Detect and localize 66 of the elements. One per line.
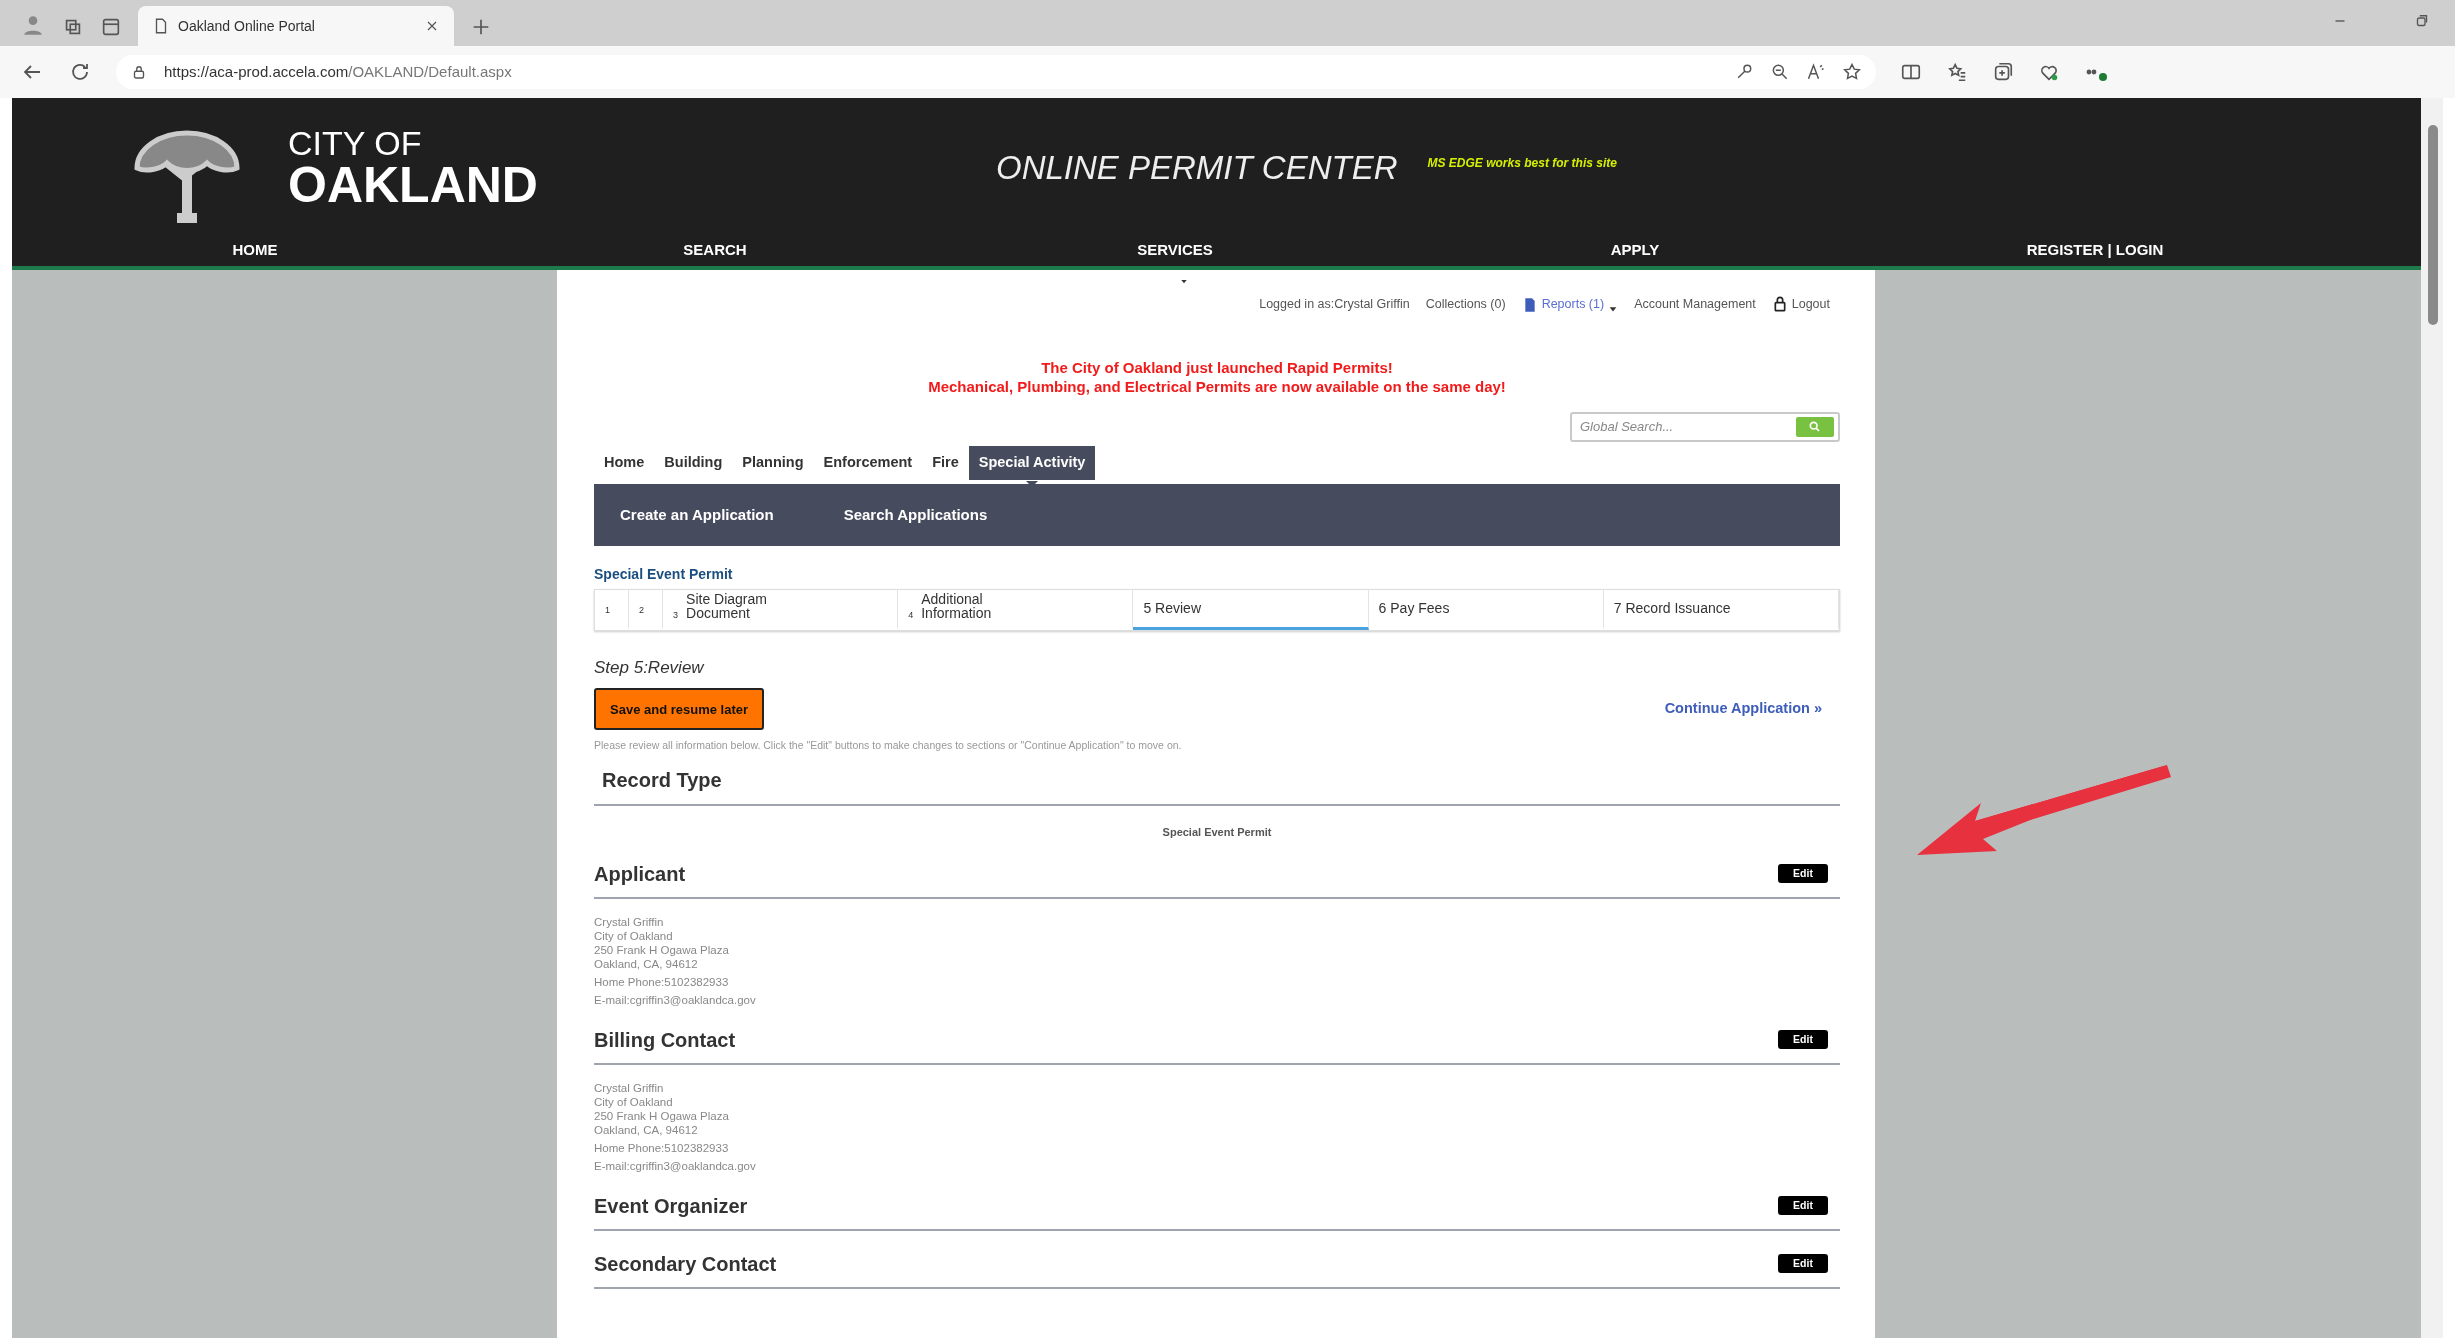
- instructions-text: Please review all information below. Click the "Edit" buttons to make changes to sections or "Continue Application" to move on.: [594, 738, 1183, 754]
- phone-text: Home Phone:5102382933: [594, 974, 730, 989]
- save-button[interactable]: Save and resume later: [594, 688, 765, 731]
- section-heading: Applicant: [594, 861, 686, 887]
- module-tab[interactable]: Enforcement: [813, 446, 923, 480]
- nav-link[interactable]: HOME: [25, 237, 485, 262]
- logged-in-text: Logged in as:Crystal Griffin: [1259, 296, 1410, 314]
- edit-button[interactable]: Edit: [1778, 1196, 1828, 1215]
- step-tab[interactable]: 3 Site Diagram Document: [663, 589, 899, 630]
- logo-text: CITY OF: [288, 125, 423, 160]
- step-tab[interactable]: 7 Record Issuance: [1603, 589, 1839, 630]
- step-tab[interactable]: 6 Pay Fees: [1368, 589, 1604, 630]
- subnav-link[interactable]: Create an Application: [614, 502, 780, 527]
- address-bar[interactable]: https://aca-prod.accela.com/OAKLAND/Default.aspx: [116, 55, 1876, 89]
- url-text: https://aca-prod.accela.com/OAKLAND/Default.aspx: [164, 61, 513, 82]
- section-heading: Secondary Contact: [594, 1251, 777, 1277]
- email-text: E-mail:cgriffin3@oaklandca.gov: [594, 992, 757, 1007]
- step-tab[interactable]: 2: [629, 589, 664, 630]
- permit-title: Special Event Permit: [594, 564, 734, 584]
- announcement-text: Mechanical, Plumbing, and Electrical Permits are now available on the same day!: [927, 377, 1507, 396]
- record-type-value: Special Event Permit: [1161, 825, 1273, 840]
- edit-button[interactable]: Edit: [1778, 864, 1828, 883]
- nav-link[interactable]: SERVICES: [945, 237, 1405, 262]
- section-heading: Record Type: [601, 768, 722, 793]
- nav-link[interactable]: REGISTER | LOGIN: [1865, 237, 2325, 262]
- module-tab[interactable]: Fire: [922, 446, 969, 480]
- global-search-box[interactable]: Global Search...: [1570, 412, 1840, 442]
- edit-button[interactable]: Edit: [1778, 1254, 1828, 1273]
- nav-link[interactable]: SEARCH: [485, 237, 945, 262]
- caret-icon: [1608, 304, 1619, 314]
- browser-tab[interactable]: Oakland Online Portal: [138, 6, 454, 46]
- continue-link[interactable]: Continue Application »: [1664, 698, 1822, 721]
- announcement-text: The City of Oakland just launched Rapid Permits!: [1040, 358, 1394, 377]
- site-title: ONLINE PERMIT CENTER: [996, 148, 1398, 188]
- collections-icon[interactable]: [1992, 61, 2014, 83]
- tab-actions-icon[interactable]: [100, 16, 122, 38]
- section-heading: Billing Contact: [594, 1027, 736, 1053]
- address-text: Crystal Griffin City of Oakland 250 Frank H Ogawa Plaza Oakland, CA, 94612: [594, 1080, 730, 1137]
- logo-text: OAKLAND: [288, 159, 538, 210]
- logout-link[interactable]: Logout: [1771, 294, 1830, 314]
- section-heading: Event Organizer: [594, 1193, 748, 1219]
- step-tab[interactable]: 1: [595, 589, 629, 630]
- email-text: E-mail:cgriffin3@oaklandca.gov: [594, 1158, 757, 1173]
- step-title: Step 5:Review: [594, 656, 706, 679]
- module-tab[interactable]: Planning: [732, 446, 814, 480]
- scrollbar-thumb[interactable]: [2428, 125, 2438, 325]
- nav-link[interactable]: APPLY: [1405, 237, 1865, 262]
- edit-button[interactable]: Edit: [1778, 1030, 1828, 1049]
- module-tab[interactable]: Building: [654, 446, 733, 480]
- reports-link[interactable]: Reports (1): [1521, 295, 1619, 314]
- scrollbar[interactable]: [2421, 98, 2443, 1338]
- collections-link[interactable]: Collections (0): [1425, 295, 1506, 314]
- caret-icon: [1179, 278, 1189, 286]
- phone-text: Home Phone:5102382933: [594, 1140, 730, 1155]
- browser-note: MS EDGE works best for this site: [1427, 154, 1617, 172]
- address-text: Crystal Griffin City of Oakland 250 Frank H Ogawa Plaza Oakland, CA, 94612: [594, 914, 730, 971]
- favorites-icon[interactable]: [1946, 61, 1968, 83]
- tab-title: Oakland Online Portal: [178, 16, 316, 36]
- read-aloud-icon[interactable]: [1806, 62, 1826, 82]
- subnav-link[interactable]: Search Applications: [837, 502, 994, 527]
- step-tab[interactable]: 4 Additional Information: [898, 589, 1134, 630]
- account-link[interactable]: Account Management: [1634, 295, 1756, 314]
- module-tab[interactable]: Home: [594, 446, 655, 480]
- zoom-out-icon[interactable]: [1770, 62, 1790, 82]
- star-icon[interactable]: [1842, 62, 1862, 82]
- step-tab[interactable]: 5 Review: [1133, 589, 1369, 630]
